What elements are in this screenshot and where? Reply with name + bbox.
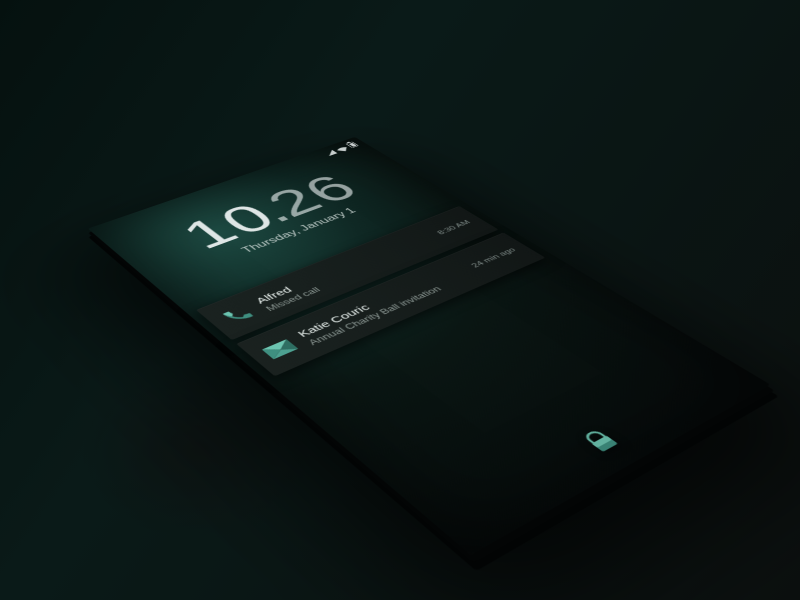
notification-timestamp: 24 min ago (470, 247, 518, 269)
wifi-icon (335, 146, 350, 153)
status-bar (322, 142, 359, 156)
phone-lockscreen: 10.26 Thursday, January 1 Alfred Missed … (88, 137, 771, 555)
envelope-icon (260, 337, 301, 361)
cell-signal-icon (324, 150, 338, 156)
lock-icon (580, 428, 621, 454)
unlock-handle[interactable] (429, 359, 750, 539)
notification-timestamp: 8:30 AM (436, 219, 473, 235)
phone-icon (218, 304, 257, 326)
